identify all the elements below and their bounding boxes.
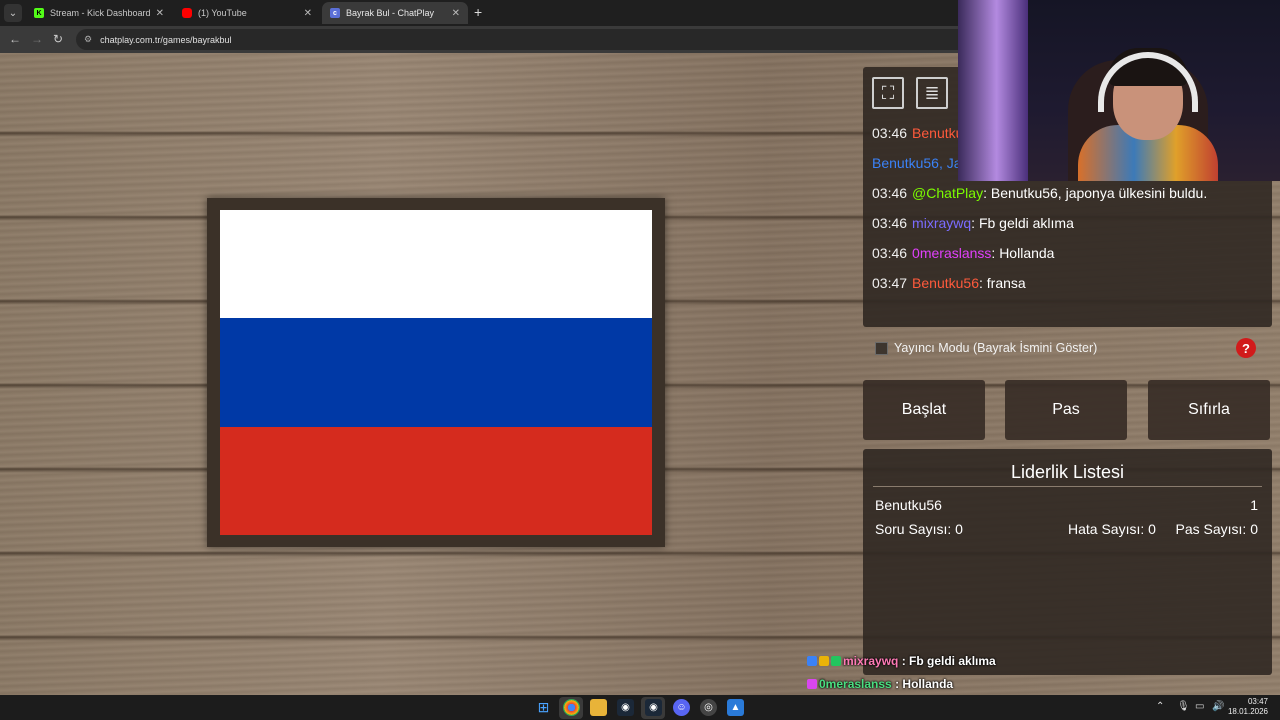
help-icon[interactable]: ? [1236, 338, 1256, 358]
overlay-text: : Hollanda [891, 677, 954, 691]
reload-icon[interactable]: ↻ [53, 32, 63, 46]
chat-message: 03:47 Benutku56: fransa [872, 275, 1026, 291]
chat-username[interactable]: Benutku56, Ja [872, 155, 962, 171]
url-text: chatplay.com.tr/games/bayrakbul [100, 34, 232, 45]
chat-message: Benutku56, Ja [872, 155, 962, 171]
chat-message: 03:46 mixraywq: Fb geldi aklıma [872, 215, 1074, 231]
pass-button[interactable]: Pas [1005, 380, 1127, 440]
reset-button[interactable]: Sıfırla [1148, 380, 1270, 440]
youtube-icon [182, 8, 192, 18]
flag-stripe [220, 318, 652, 427]
chat-message: 03:46 0meraslanss: Hollanda [872, 245, 1054, 261]
chatplay-icon: c [330, 8, 340, 18]
leaderboard-title: Liderlik Listesi [1010, 462, 1125, 482]
system-clock[interactable]: 03:47 18.01.2026 [1228, 697, 1268, 717]
streamer-mode-row: Yayıncı Modu (Bayrak İsmini Göster) ? [863, 333, 1272, 363]
chat-username[interactable]: Benutku56 [912, 275, 979, 291]
folder-icon[interactable] [590, 699, 607, 716]
chat-message: 03:46 Benutku [872, 125, 963, 141]
new-tab-button[interactable]: + [474, 4, 482, 20]
chat-message: 03:46 @ChatPlay: Benutku56, japonya ülkes… [872, 185, 1207, 201]
chat-username[interactable]: @ChatPlay [912, 185, 983, 201]
tab-title: (1) YouTube [198, 8, 247, 18]
document-icon[interactable]: ≣ [916, 77, 948, 109]
streamer-mode-checkbox[interactable] [875, 341, 888, 355]
volume-icon[interactable]: 🔊 [1212, 701, 1224, 712]
close-icon[interactable]: ✕ [452, 8, 460, 19]
chat-badge-icon [831, 656, 841, 666]
chat-time: 03:46 [872, 245, 908, 261]
steam-icon[interactable]: ◉ [645, 699, 662, 716]
flag-image [220, 210, 652, 535]
flag-stripe [220, 426, 652, 535]
address-bar[interactable]: ⚙ chatplay.com.tr/games/bayrakbul [76, 29, 976, 50]
discord-icon[interactable]: ☺ [673, 699, 690, 716]
close-icon[interactable]: ✕ [304, 8, 312, 19]
leaderboard-name: Benutku56 [875, 497, 942, 513]
leaderboard-score: 1 [1250, 497, 1258, 513]
chat-badge-icon [819, 656, 829, 666]
microphone-icon[interactable]: 🎙 [1177, 701, 1190, 712]
tab-youtube[interactable]: (1) YouTube ✕ [174, 2, 320, 24]
chat-text: : fransa [979, 275, 1026, 291]
chat-badge-icon [807, 656, 817, 666]
clock-date: 18.01.2026 [1227, 707, 1268, 716]
error-count: Hata Sayısı: 0 [1068, 521, 1156, 537]
close-icon[interactable]: ✕ [156, 8, 164, 19]
obs-icon[interactable]: ◎ [700, 699, 717, 716]
tab-kick-dashboard[interactable]: K Stream - Kick Dashboard ✕ [26, 2, 172, 24]
tab-title: Bayrak Bul - ChatPlay [346, 8, 435, 18]
forward-arrow-icon[interactable]: → [31, 32, 43, 46]
clock-time: 03:47 [1247, 697, 1268, 706]
overlay-chat-message: mixraywq : Fb geldi aklıma [807, 654, 996, 668]
steam-icon[interactable]: ◉ [617, 699, 634, 716]
question-count: Soru Sayısı: 0 [875, 521, 963, 537]
chat-username[interactable]: Benutku [912, 125, 963, 141]
leaderboard-divider [873, 486, 1262, 487]
streamer-mode-label: Yayıncı Modu (Bayrak İsmini Göster) [894, 341, 1098, 355]
chat-text: : Benutku56, japonya ülkesini buldu. [983, 185, 1208, 201]
tab-search-button[interactable]: ⌄ [4, 4, 22, 22]
photos-icon[interactable]: ▲ [727, 699, 744, 716]
overlay-username: mixraywq [843, 654, 899, 668]
chat-time: 03:46 [872, 185, 908, 201]
tab-chatplay[interactable]: c Bayrak Bul - ChatPlay ✕ [322, 2, 468, 24]
flag-stripe [220, 210, 652, 319]
flag-frame [207, 198, 665, 547]
overlay-username: 0meraslanss [819, 677, 892, 691]
tray-chevron-icon[interactable]: ⌃ [1156, 701, 1164, 712]
network-icon[interactable]: ▭ [1195, 701, 1204, 712]
leaderboard-panel: Liderlik Listesi Benutku56 1 Soru Sayısı… [863, 449, 1272, 675]
chat-time: 03:47 [872, 275, 908, 291]
chat-text: : Fb geldi aklıma [971, 215, 1074, 231]
chat-time: 03:46 [872, 125, 908, 141]
back-arrow-icon[interactable]: ← [9, 32, 21, 46]
fullscreen-icon[interactable]: ⛶ [872, 77, 904, 109]
chat-username[interactable]: 0meraslanss [912, 245, 991, 261]
windows-taskbar: ⊞ ◉ ◉ ☺ ◎ ▲ ⌃ 🎙 ▭ 🔊 03:47 18.01.2026 [0, 695, 1280, 720]
pass-count: Pas Sayısı: 0 [1175, 521, 1258, 537]
purple-light [958, 0, 1028, 181]
chrome-icon[interactable] [563, 699, 580, 716]
kick-icon: K [34, 8, 44, 18]
overlay-chat-message: 0meraslanss : Hollanda [807, 677, 953, 691]
chat-username[interactable]: mixraywq [912, 215, 971, 231]
site-info-icon[interactable]: ⚙ [84, 34, 92, 45]
chat-badge-icon [807, 679, 817, 689]
windows-start-icon[interactable]: ⊞ [535, 699, 552, 716]
webcam-overlay [958, 0, 1280, 181]
overlay-text: : Fb geldi aklıma [898, 654, 996, 668]
chat-text: : Hollanda [991, 245, 1055, 261]
tab-title: Stream - Kick Dashboard [50, 8, 151, 18]
leaderboard-row: Benutku56 1 [875, 497, 1258, 513]
start-button[interactable]: Başlat [863, 380, 985, 440]
chat-time: 03:46 [872, 215, 908, 231]
